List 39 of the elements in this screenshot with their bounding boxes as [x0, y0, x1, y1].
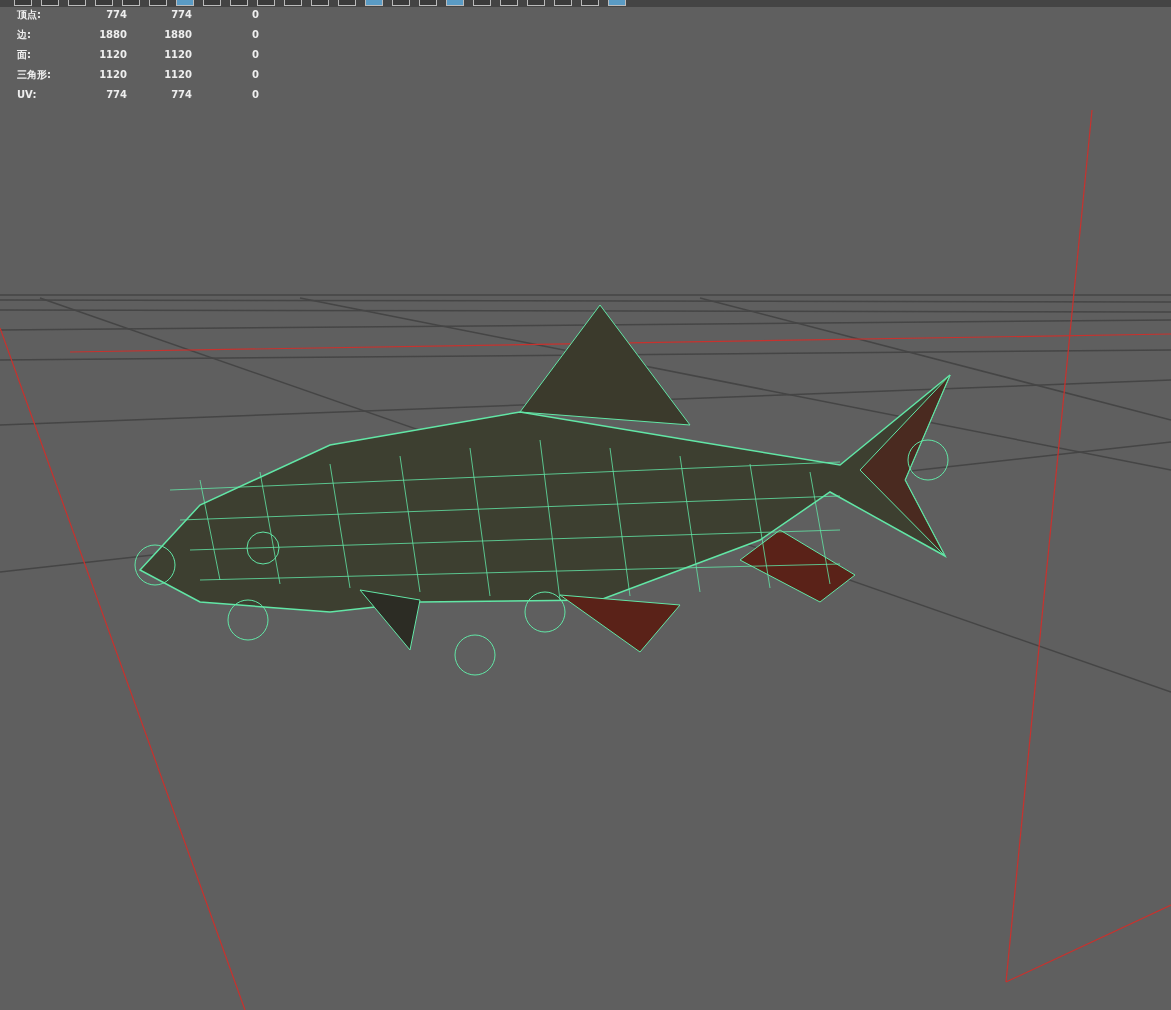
- stat-value: 0: [251, 68, 259, 82]
- stat-value: 1120: [163, 68, 192, 82]
- toolbar-button[interactable]: [257, 0, 275, 6]
- stat-value: 1880: [98, 28, 127, 42]
- toolbar-button[interactable]: [203, 0, 221, 6]
- stat-value: 0: [251, 88, 259, 102]
- stat-value: 774: [105, 8, 127, 22]
- stat-label: 顶点:: [17, 8, 42, 22]
- toolbar-button[interactable]: [527, 0, 545, 6]
- toolbar-button[interactable]: [41, 0, 59, 6]
- toolbar-button[interactable]: [338, 0, 356, 6]
- stat-value: 774: [105, 88, 127, 102]
- stat-value: 0: [251, 48, 259, 62]
- stat-label: 三角形:: [17, 68, 52, 82]
- toolbar-button[interactable]: [473, 0, 491, 6]
- stat-value: 0: [251, 8, 259, 22]
- toolbar-button[interactable]: [581, 0, 599, 6]
- toolbar-button[interactable]: [122, 0, 140, 6]
- stat-label: UV:: [17, 88, 38, 102]
- toolbar-button[interactable]: [500, 0, 518, 6]
- stat-value: 774: [170, 8, 192, 22]
- stat-value: 1120: [98, 68, 127, 82]
- toolbar-button[interactable]: [230, 0, 248, 6]
- stat-value: 1880: [163, 28, 192, 42]
- stat-label: 边:: [17, 28, 32, 42]
- toolbar-button[interactable]: [68, 0, 86, 6]
- toolbar-button[interactable]: [392, 0, 410, 6]
- stat-value: 0: [251, 28, 259, 42]
- toolbar-button[interactable]: [311, 0, 329, 6]
- toolbar-button[interactable]: [149, 0, 167, 6]
- toolbar-button[interactable]: [284, 0, 302, 6]
- stat-value: 1120: [163, 48, 192, 62]
- toolbar-button[interactable]: [95, 0, 113, 6]
- toolbar-button[interactable]: [419, 0, 437, 6]
- stat-value: 1120: [98, 48, 127, 62]
- toolbar-button[interactable]: [554, 0, 572, 6]
- toolbar-button[interactable]: [14, 0, 32, 6]
- stat-label: 面:: [17, 48, 32, 62]
- stat-value: 774: [170, 88, 192, 102]
